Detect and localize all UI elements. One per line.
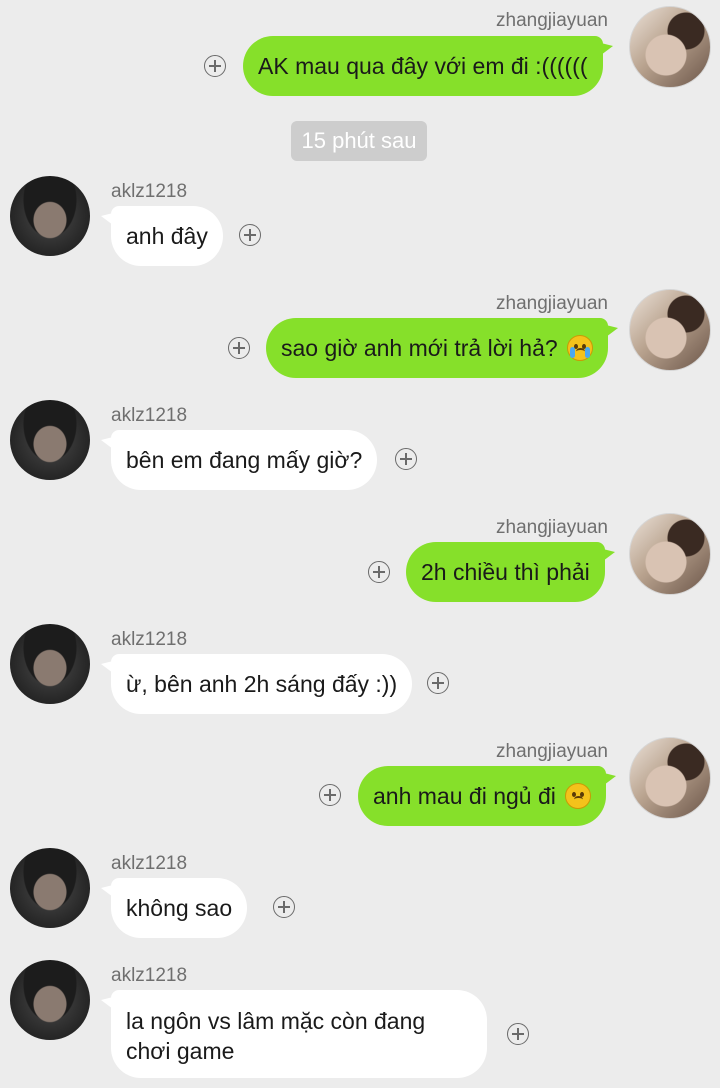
sender-name: aklz1218 bbox=[111, 405, 188, 426]
message-text: ừ, bên anh 2h sáng đấy :)) bbox=[126, 671, 398, 697]
avatar-aklz1218[interactable] bbox=[10, 624, 90, 704]
message-text: la ngôn vs lâm mặc còn đang chơi game bbox=[126, 1008, 426, 1064]
sender-name: zhangjiayuan bbox=[496, 10, 608, 31]
add-reaction-icon[interactable] bbox=[507, 1023, 529, 1045]
message-text: anh đây bbox=[126, 223, 208, 249]
avatar-zhangjiayuan[interactable] bbox=[629, 737, 711, 819]
avatar-zhangjiayuan[interactable] bbox=[629, 289, 711, 371]
message-bubble-sent[interactable]: anh mau đi ngủ đi bbox=[358, 766, 617, 826]
message-bubble-received[interactable]: không sao bbox=[100, 878, 248, 938]
avatar-zhangjiayuan[interactable] bbox=[629, 513, 711, 595]
add-reaction-icon[interactable] bbox=[427, 672, 449, 694]
sender-name: zhangjiayuan bbox=[496, 517, 608, 538]
message-bubble-received[interactable]: bên em đang mấy giờ? bbox=[100, 430, 378, 490]
add-reaction-icon[interactable] bbox=[319, 784, 341, 806]
message-text: sao giờ anh mới trả lời hả? bbox=[281, 335, 558, 361]
add-reaction-icon[interactable] bbox=[395, 448, 417, 470]
avatar-aklz1218[interactable] bbox=[10, 176, 90, 256]
sender-name: aklz1218 bbox=[111, 853, 188, 874]
message-text: không sao bbox=[126, 895, 233, 921]
message-bubble-received[interactable]: ừ, bên anh 2h sáng đấy :)) bbox=[100, 654, 413, 714]
sender-name: aklz1218 bbox=[111, 965, 188, 986]
chat-view[interactable]: zhangjiayuan AK mau qua đây với em đi :(… bbox=[0, 0, 720, 1088]
loudly-crying-face-emoji bbox=[567, 335, 594, 361]
sender-name: aklz1218 bbox=[111, 181, 188, 202]
message-text: AK mau qua đây với em đi :(((((( bbox=[258, 53, 588, 79]
add-reaction-icon[interactable] bbox=[239, 224, 261, 246]
avatar-zhangjiayuan[interactable] bbox=[629, 6, 711, 88]
pleading-face-emoji bbox=[565, 783, 592, 809]
message-bubble-sent[interactable]: sao giờ anh mới trả lời hả? bbox=[266, 318, 619, 378]
message-text: anh mau đi ngủ đi bbox=[373, 783, 556, 809]
message-text: 2h chiều thì phải bbox=[421, 559, 590, 585]
message-text: bên em đang mấy giờ? bbox=[126, 447, 363, 473]
add-reaction-icon[interactable] bbox=[273, 896, 295, 918]
avatar-aklz1218[interactable] bbox=[10, 400, 90, 480]
avatar-aklz1218[interactable] bbox=[10, 960, 90, 1040]
avatar-aklz1218[interactable] bbox=[10, 848, 90, 928]
sender-name: zhangjiayuan bbox=[496, 293, 608, 314]
add-reaction-icon[interactable] bbox=[368, 561, 390, 583]
message-bubble-sent[interactable]: 2h chiều thì phải bbox=[406, 542, 615, 602]
message-bubble-received[interactable]: la ngôn vs lâm mặc còn đang chơi game bbox=[101, 990, 487, 1078]
message-bubble-received[interactable]: anh đây bbox=[101, 206, 223, 266]
add-reaction-icon[interactable] bbox=[204, 55, 226, 77]
time-separator: 15 phút sau bbox=[291, 121, 427, 161]
sender-name: zhangjiayuan bbox=[496, 741, 608, 762]
message-bubble-sent[interactable]: AK mau qua đây với em đi :(((((( bbox=[243, 36, 613, 96]
sender-name: aklz1218 bbox=[111, 629, 188, 650]
add-reaction-icon[interactable] bbox=[228, 337, 250, 359]
